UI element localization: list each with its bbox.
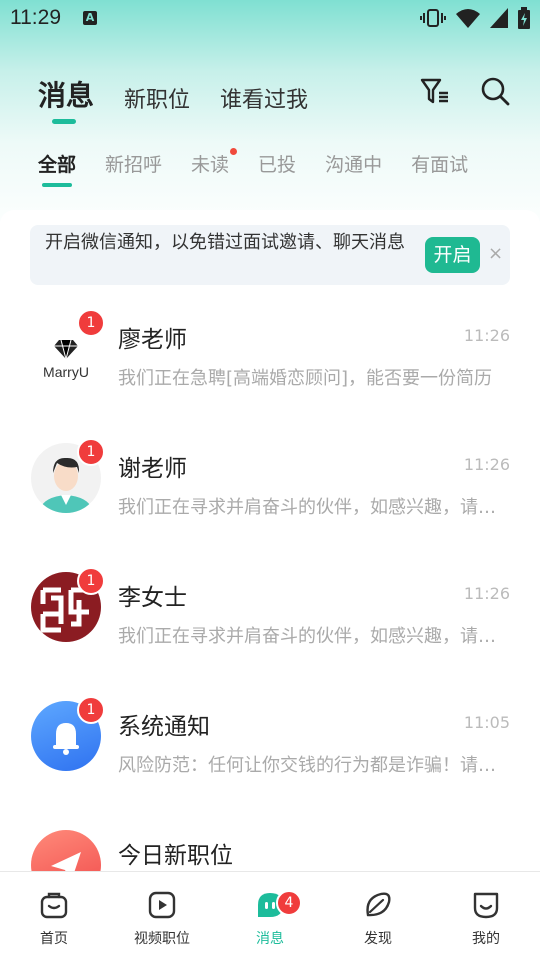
unread-badge: 1: [77, 309, 105, 337]
discover-icon: [366, 892, 391, 917]
chat-name: 谢老师: [118, 456, 187, 482]
video-icon: [148, 891, 176, 919]
status-time: 11:29: [10, 6, 61, 29]
subtab-communicating[interactable]: 沟通中: [325, 150, 382, 177]
nav-profile-label: 我的: [472, 931, 500, 947]
chat-name: 李女士: [118, 585, 187, 611]
chat-preview: 风险防范：任何让你交钱的行为都是诈骗！请提高警惕: [118, 755, 510, 776]
subtab-all[interactable]: 全部: [38, 150, 76, 187]
nav-messages[interactable]: 4 消息: [216, 872, 324, 961]
header-background: [0, 0, 540, 240]
profile-icon: [473, 892, 499, 919]
tab-messages[interactable]: 消息: [38, 74, 94, 124]
enable-notice-button[interactable]: 开启: [425, 237, 480, 273]
nav-discover[interactable]: 发现: [324, 872, 432, 961]
subtab-unread-label: 未读: [191, 154, 230, 176]
chat-item[interactable]: MarryU 1 廖老师 11:26 我们正在急聘[高端婚恋顾问]，能否要一份简…: [0, 300, 540, 429]
chat-preview: 我们正在寻求并肩奋斗的伙伴，如感兴趣，请回复: [118, 497, 510, 518]
nav-messages-badge: 4: [276, 890, 302, 916]
unread-badge: 1: [77, 696, 105, 724]
nav-messages-label: 消息: [256, 931, 284, 947]
chat-time: 11:26: [463, 584, 510, 603]
subtab-unread[interactable]: 未读: [191, 148, 238, 177]
tab-who-viewed-me[interactable]: 谁看过我: [220, 82, 308, 114]
chat-item[interactable]: 1 谢老师 11:26 我们正在寻求并肩奋斗的伙伴，如感兴趣，请回复: [0, 429, 540, 558]
wechat-notice-banner: 开启微信通知，以免错过面试邀请、聊天消息 开启 ×: [30, 225, 510, 285]
subtab-new-greetings[interactable]: 新招呼: [105, 150, 162, 177]
main-tabs: 消息 新职位 谁看过我: [38, 74, 338, 124]
vibrate-icon: [420, 9, 446, 27]
chat-item[interactable]: 1 李女士 11:26 我们正在寻求并肩奋斗的伙伴，如感兴趣，请回复: [0, 558, 540, 687]
nav-home[interactable]: 首页: [0, 872, 108, 961]
chat-name: 系统通知: [118, 714, 210, 740]
notice-text: 开启微信通知，以免错过面试邀请、聊天消息: [45, 232, 405, 253]
chat-preview: 我们正在急聘[高端婚恋顾问]，能否要一份简历: [118, 368, 493, 389]
search-icon[interactable]: [480, 76, 510, 106]
chat-preview: 我们正在寻求并肩奋斗的伙伴，如感兴趣，请回复: [118, 626, 510, 647]
chat-time: 11:26: [463, 326, 510, 345]
nav-video-jobs-label: 视频职位: [134, 931, 190, 947]
wifi-icon: [456, 9, 480, 28]
chat-time: 11:26: [463, 455, 510, 474]
marryu-logo-text: MarryU: [43, 364, 89, 380]
close-icon[interactable]: ×: [488, 243, 503, 264]
chat-time: 11:05: [463, 713, 510, 732]
subtab-applied[interactable]: 已投: [258, 150, 296, 177]
unread-badge: 1: [77, 567, 105, 595]
tab-new-jobs[interactable]: 新职位: [124, 82, 190, 114]
status-bar: 11:29 A: [0, 0, 540, 36]
filter-icon[interactable]: [420, 76, 450, 106]
signal-icon: [490, 8, 508, 28]
nav-home-label: 首页: [40, 931, 68, 947]
unread-badge: 1: [77, 438, 105, 466]
battery-icon: [518, 7, 530, 29]
nav-video-jobs[interactable]: 视频职位: [108, 872, 216, 961]
nav-profile[interactable]: 我的: [432, 872, 540, 961]
home-bag-icon: [40, 892, 68, 919]
chat-item[interactable]: 今日新职位: [0, 816, 540, 871]
chat-name: 廖老师: [118, 327, 187, 353]
subtab-interview[interactable]: 有面试: [411, 150, 468, 177]
paper-plane-avatar: [31, 830, 101, 871]
nav-discover-label: 发现: [364, 931, 392, 947]
bottom-navigation: 首页 视频职位 4 消息 发现 我的: [0, 871, 540, 961]
filter-subtabs: 全部 新招呼 未读 已投 沟通中 有面试: [38, 148, 497, 187]
status-icons: [420, 7, 530, 29]
notification-a-icon: A: [83, 11, 97, 25]
chat-item[interactable]: 1 系统通知 11:05 风险防范：任何让你交钱的行为都是诈骗！请提高警惕: [0, 687, 540, 816]
unread-dot: [230, 148, 238, 155]
chat-name: 今日新职位: [118, 843, 233, 869]
